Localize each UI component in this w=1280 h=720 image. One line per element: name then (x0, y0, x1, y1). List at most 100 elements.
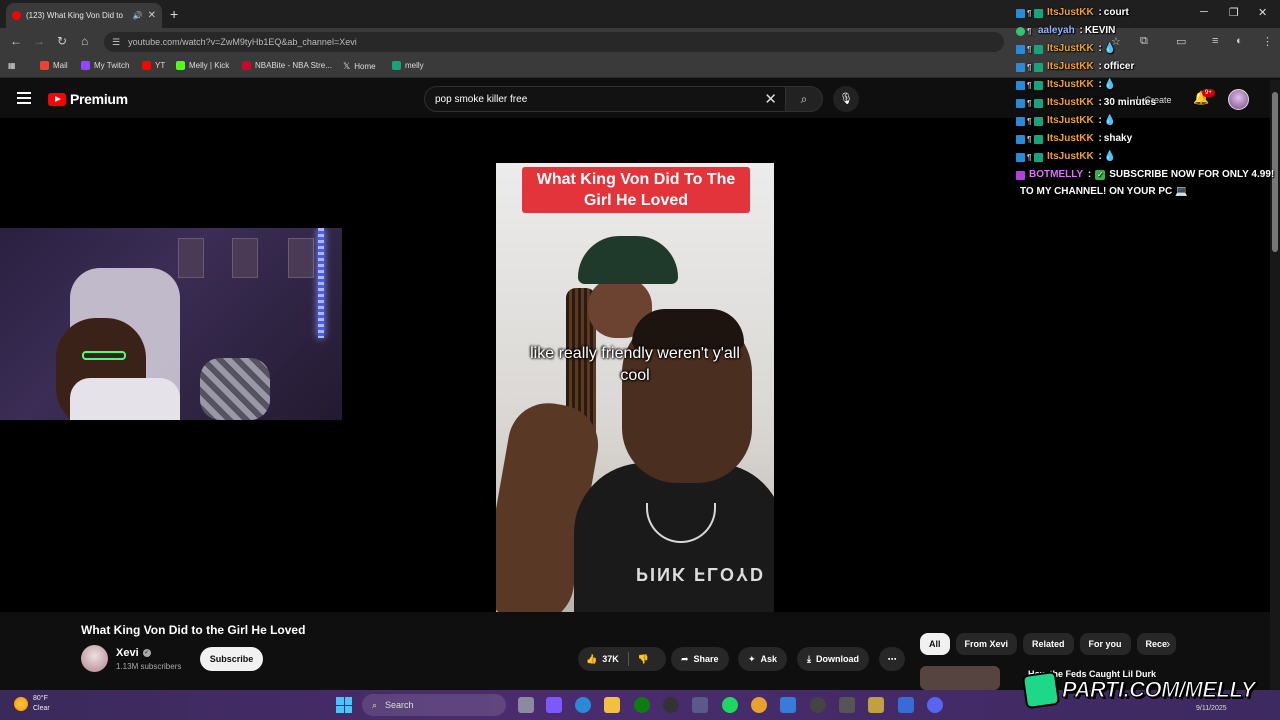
like-dislike-group: 👍 37K 👎 (578, 647, 666, 671)
twitch-icon (81, 61, 90, 70)
search-input[interactable]: pop smoke killer free ✕ (424, 86, 786, 112)
bookmark-melly[interactable]: melly (392, 61, 424, 70)
hamburger-menu-icon[interactable] (17, 92, 31, 107)
windows-start-icon[interactable] (336, 697, 352, 713)
ask-button[interactable]: ✦ Ask (738, 647, 788, 671)
bot-message: BOTMELLY : ✓ SUBSCRIBE NOW FOR ONLY 4.99! (1016, 166, 1278, 184)
chat-message: ¶ ItsJustKK : 💧 (1016, 76, 1278, 94)
chrome-icon[interactable] (751, 697, 767, 713)
checkmark-icon: ✓ (1095, 170, 1106, 180)
share-button[interactable]: ➦ Share (671, 647, 729, 671)
subscriber-count: 1.13M subscribers (116, 662, 182, 671)
streamer-shirt (70, 378, 180, 420)
parti-logo-text: PARTI.COM/MELLY (1062, 677, 1256, 703)
forward-icon[interactable]: → (33, 34, 45, 48)
video-title: What King Von Did to the Girl He Loved (81, 623, 306, 637)
wall-poster (232, 238, 258, 278)
thumbs-down-icon[interactable]: 👎 (638, 654, 649, 665)
bookmark-mail[interactable]: Mail (40, 61, 68, 70)
photos-icon[interactable] (780, 697, 796, 713)
url-text: youtube.com/watch?v=ZwM9tyHb1EQ&ab_chann… (128, 37, 357, 47)
streamer-glasses (82, 351, 126, 360)
subscribe-button[interactable]: Subscribe (200, 647, 263, 671)
foil-bag (200, 358, 270, 420)
chat-message: ¶ ItsJustKK : officer (1016, 58, 1278, 76)
recommended-thumbnail[interactable] (920, 666, 1000, 690)
mail-icon (40, 61, 49, 70)
address-bar[interactable]: ☰ youtube.com/watch?v=ZwM9tyHb1EQ&ab_cha… (104, 32, 1004, 52)
chip-all[interactable]: All (920, 633, 950, 655)
app-icon[interactable] (868, 697, 884, 713)
green-cap (578, 236, 678, 284)
clear-search-icon[interactable]: ✕ (764, 90, 777, 108)
download-button[interactable]: ⤓ Download (797, 647, 869, 671)
parti-logo-overlay: PARTI.COM/MELLY (1021, 670, 1278, 710)
discord-icon[interactable] (927, 697, 943, 713)
voice-search-button[interactable]: 🎙 (833, 86, 859, 112)
verified-icon: ✓ (142, 649, 151, 657)
new-tab-icon[interactable]: + (170, 6, 178, 22)
home-icon[interactable]: ⌂ (81, 34, 88, 48)
brand-text: Premium (70, 91, 128, 107)
chat-message: ¶ ItsJustKK : 💧 (1016, 148, 1278, 166)
more-actions-button[interactable]: ⋯ (879, 647, 905, 671)
like-count[interactable]: 37K (602, 654, 619, 664)
short-video[interactable]: PINK FLOYD What King Von Did To The Girl… (496, 163, 774, 612)
channel-name[interactable]: Xevi ✓ (116, 647, 151, 659)
site-info-icon[interactable]: ☰ (112, 37, 120, 48)
search-button[interactable]: ⌕ (785, 86, 823, 112)
thumbs-up-icon[interactable]: 👍 (586, 654, 597, 665)
obs-icon[interactable] (663, 697, 679, 713)
browser-tab[interactable]: (123) What King Von Did to 🔊 ✕ (6, 3, 162, 28)
roblox-icon[interactable] (898, 697, 914, 713)
melly-icon (392, 61, 401, 70)
chat-message: ¶ ItsJustKK : court (1016, 4, 1278, 22)
video-title-caption: What King Von Did To The Girl He Loved (522, 167, 750, 213)
chat-message: ¶ ItsJustKK : 30 minutes (1016, 94, 1278, 112)
video-subtitle: like really friendly weren't y'all cool (530, 345, 740, 384)
more-dots-icon: ⋯ (887, 653, 897, 664)
chip-from-xevi[interactable]: From Xevi (955, 633, 1018, 655)
tab-title: (123) What King Von Did to (26, 11, 123, 20)
chat-message: ¶ aaleyah : KEVIN (1016, 22, 1278, 40)
search-value: pop smoke killer free (435, 93, 528, 105)
bot-message-line2: TO MY CHANNEL! ON YOUR PC 💻 (1020, 186, 1188, 197)
media-player-icon[interactable] (810, 697, 826, 713)
webcam-overlay (0, 228, 342, 420)
youtube-logo[interactable]: Premium (48, 91, 128, 107)
led-strip (318, 228, 324, 338)
shirt-print: PINK FLOYD (636, 564, 766, 584)
search-icon: ⌕ (800, 92, 808, 106)
bookmark-melly-kick[interactable]: Melly | Kick (176, 61, 229, 70)
edge-icon[interactable] (575, 697, 591, 713)
share-icon: ➦ (681, 653, 689, 664)
chip-for-you[interactable]: For you (1079, 633, 1131, 655)
bookmark-nbabite[interactable]: NBABite - NBA Stre... (242, 61, 332, 70)
xbox-icon[interactable] (634, 697, 650, 713)
wall-poster (178, 238, 204, 278)
task-view-icon[interactable] (518, 697, 534, 713)
taskbar-search[interactable]: ⌕ Search (362, 694, 506, 716)
parti-logo-icon (1021, 670, 1061, 710)
spotify-icon[interactable] (722, 697, 738, 713)
screen: (123) What King Von Did to 🔊 ✕ + ─ ❐ ✕ ←… (0, 0, 1280, 720)
store-icon[interactable] (692, 697, 708, 713)
nba-icon (242, 61, 251, 70)
reload-icon[interactable]: ↻ (57, 34, 67, 48)
bookmark-my-twitch[interactable]: My Twitch (81, 61, 129, 70)
chip-related[interactable]: Related (1023, 633, 1074, 655)
copilot-icon[interactable] (546, 697, 562, 713)
file-explorer-icon[interactable] (604, 697, 620, 713)
related-chips: All From Xevi Related For you Rece (920, 633, 1177, 655)
bookmark-home[interactable]: 𝕏 Home (343, 61, 376, 72)
chevron-right-icon[interactable]: › (1166, 636, 1170, 651)
close-tab-icon[interactable]: ✕ (148, 10, 156, 21)
bookmark-yt[interactable]: YT (142, 61, 165, 70)
weather-widget[interactable]: 80°F Clear (14, 694, 50, 714)
back-icon[interactable]: ← (10, 34, 22, 48)
speaker-icon[interactable]: 🔊 (133, 11, 143, 20)
channel-avatar[interactable] (81, 645, 108, 672)
apps-grid-icon[interactable]: ▦ (8, 61, 16, 70)
terminal-icon[interactable] (839, 697, 855, 713)
chat-message: ¶ ItsJustKK : shaky (1016, 130, 1278, 148)
